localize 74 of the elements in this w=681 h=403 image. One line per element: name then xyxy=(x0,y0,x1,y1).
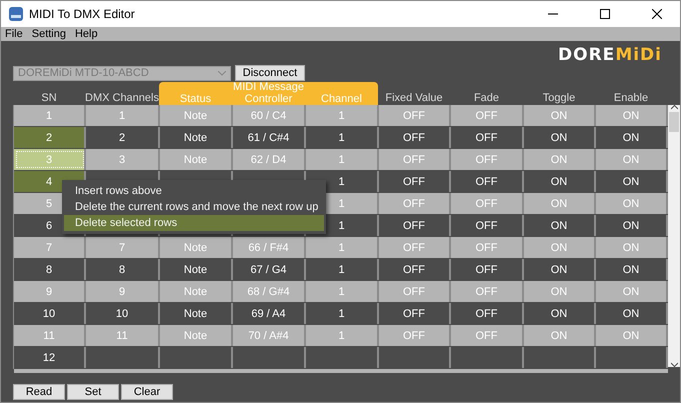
chevron-down-icon[interactable] xyxy=(670,362,678,367)
logo-text: MiDi xyxy=(615,45,662,65)
menu-item[interactable]: Setting xyxy=(32,28,66,40)
table-cell: ON xyxy=(596,193,668,214)
chevron-up-icon[interactable] xyxy=(670,105,678,110)
table-cell: 9 xyxy=(86,281,160,302)
table-cell: ON xyxy=(524,325,596,346)
column-header: DMX Channels xyxy=(85,91,159,105)
table-cell: ON xyxy=(596,149,668,170)
column-header: SN xyxy=(40,91,58,105)
table-cell: 11 xyxy=(86,325,160,346)
column-header: Toggle xyxy=(542,91,576,105)
table-cell: Note xyxy=(160,105,233,126)
table-cell[interactable]: 2 xyxy=(14,127,86,148)
table-cell: Note xyxy=(160,149,233,170)
menu-item[interactable]: File xyxy=(5,28,23,40)
table-cell: ON xyxy=(524,193,596,214)
table-cell: OFF xyxy=(379,105,451,126)
table-cell: OFF xyxy=(379,149,451,170)
table-cell: OFF xyxy=(451,281,524,302)
table-cell: 70 / A#4 xyxy=(233,325,306,346)
table-cell: 1 xyxy=(306,149,379,170)
menu-item[interactable]: Help xyxy=(74,28,98,40)
group-label: MIDI Message xyxy=(232,82,305,93)
table-cell: OFF xyxy=(451,149,524,170)
logo-text: DORE xyxy=(558,45,616,65)
table-cell: OFF xyxy=(451,193,524,214)
table-cell: ON xyxy=(524,281,596,302)
chevron-down-icon xyxy=(218,70,226,76)
close-icon xyxy=(652,9,662,19)
table-cell: ON xyxy=(524,149,596,170)
table-cell: OFF xyxy=(379,237,451,258)
table-cell: 68 / G#4 xyxy=(233,281,306,302)
table-cell: 1 xyxy=(306,105,379,126)
table-cell: ON xyxy=(596,281,668,302)
column-header: Fade xyxy=(472,91,500,105)
app-icon xyxy=(9,7,23,21)
table-cell: Note xyxy=(160,281,233,302)
table-cell: 1 xyxy=(306,237,379,258)
table-cell: OFF xyxy=(379,193,451,214)
column-header: Fixed Value xyxy=(384,91,444,105)
action-button[interactable]: Read xyxy=(13,384,65,400)
table-cell: Note xyxy=(160,237,233,258)
table-cell: Note xyxy=(160,325,233,346)
table-cell: ON xyxy=(596,325,668,346)
action-button[interactable]: Clear xyxy=(121,384,173,400)
scrollbar[interactable] xyxy=(668,105,680,367)
table-cell: ON xyxy=(596,105,668,126)
table-cell: ON xyxy=(524,105,596,126)
table-cell: OFF xyxy=(451,105,524,126)
table-cell: 3 xyxy=(86,149,160,170)
context-menu-item[interactable]: Delete selected rows xyxy=(64,215,324,231)
table-cell: ON xyxy=(596,237,668,258)
disconnect-button[interactable]: Disconnect xyxy=(235,65,305,81)
scrollbar-thumb[interactable] xyxy=(669,112,679,132)
action-button[interactable]: Set xyxy=(67,384,119,400)
table-cell: 1 xyxy=(86,105,160,126)
window-title: MIDI To DMX Editor xyxy=(29,7,136,21)
table-cell: OFF xyxy=(451,237,524,258)
table-cell: OFF xyxy=(451,325,524,346)
table-cell: 7 xyxy=(86,237,160,258)
table-cell: 1 xyxy=(306,281,379,302)
table-cell: 62 / D4 xyxy=(233,149,306,170)
maximize-icon xyxy=(600,9,610,19)
column-header: Controller xyxy=(244,93,294,105)
table-cell: ON xyxy=(524,237,596,258)
column-header: Channel xyxy=(320,93,363,105)
table-cell: 66 / F#4 xyxy=(233,237,306,258)
table-cell: OFF xyxy=(379,325,451,346)
column-header: Status xyxy=(178,93,212,105)
table-cell: 1 xyxy=(306,325,379,346)
table-cell: 60 / C4 xyxy=(233,105,306,126)
column-header: Enable xyxy=(612,91,650,105)
table-cell: OFF xyxy=(379,281,451,302)
